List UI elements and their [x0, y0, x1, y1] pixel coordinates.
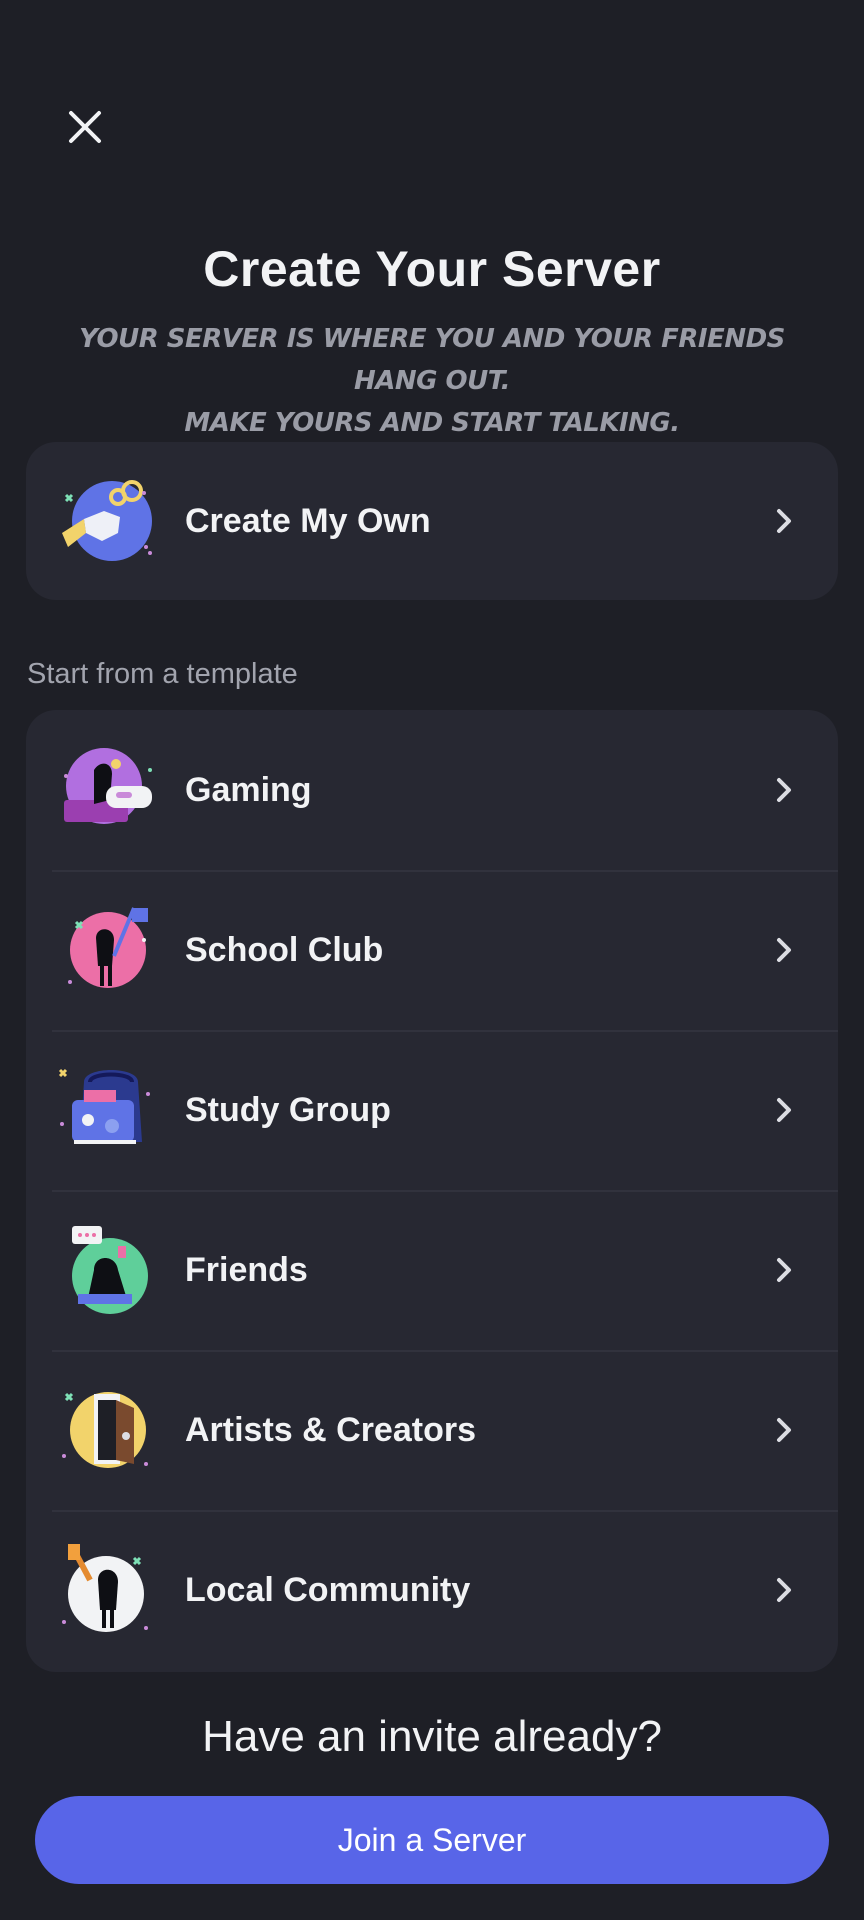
create-server-icon: [62, 480, 152, 561]
create-my-own-button[interactable]: Create My Own: [26, 442, 838, 600]
create-my-own-card: Create My Own: [26, 442, 838, 600]
template-gaming[interactable]: Gaming: [26, 710, 838, 870]
close-button[interactable]: [58, 100, 112, 154]
page-title: Create Your Server: [203, 241, 661, 297]
chevron-right-icon: [777, 1418, 791, 1442]
chevron-right-icon: [777, 1258, 791, 1282]
template-school-club[interactable]: School Club: [26, 870, 838, 1030]
template-friends[interactable]: Friends: [26, 1190, 838, 1350]
template-label: Friends: [185, 1250, 308, 1289]
template-section-label: Start from a template: [27, 658, 298, 690]
local-community-icon: [62, 1544, 148, 1632]
chevron-right-icon: [777, 509, 791, 533]
template-label: School Club: [185, 930, 384, 969]
chevron-right-icon: [777, 778, 791, 802]
chevron-right-icon: [777, 938, 791, 962]
page-subtitle: Your server is where you and your friend…: [60, 318, 804, 444]
study-group-icon: [58, 1068, 150, 1144]
template-study-group[interactable]: Study Group: [26, 1030, 838, 1190]
template-label: Artists & Creators: [185, 1410, 476, 1449]
gaming-icon: [64, 748, 152, 824]
invite-prompt: Have an invite already?: [202, 1712, 662, 1761]
join-server-button[interactable]: Join a Server: [35, 1796, 829, 1884]
templates-card: Gaming School Club Study Group Friends A…: [26, 710, 838, 1672]
chevron-right-icon: [777, 1578, 791, 1602]
subtitle-line-1: Your server is where you and your friend…: [79, 324, 785, 396]
template-label: Study Group: [185, 1090, 391, 1129]
create-my-own-label: Create My Own: [185, 501, 431, 540]
template-label: Local Community: [185, 1570, 471, 1609]
friends-icon: [72, 1226, 148, 1314]
template-label: Gaming: [185, 770, 312, 809]
template-local-community[interactable]: Local Community: [26, 1510, 838, 1670]
template-artists-creators[interactable]: Artists & Creators: [26, 1350, 838, 1510]
subtitle-line-2: Make yours and start talking.: [184, 408, 680, 438]
school-club-icon: [68, 907, 148, 988]
artists-creators-icon: [62, 1392, 148, 1468]
close-icon: [69, 111, 101, 143]
chevron-right-icon: [777, 1098, 791, 1122]
